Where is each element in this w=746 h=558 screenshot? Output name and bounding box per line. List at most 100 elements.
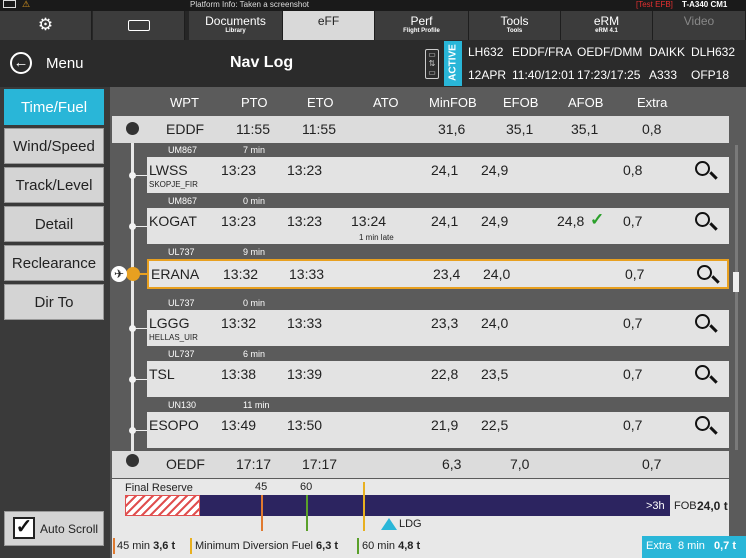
status-bar: ⚠ Platform Info: Taken a screenshot [Tes… bbox=[0, 0, 746, 11]
row-extra: 0,7 bbox=[623, 213, 643, 229]
col-efob: EFOB bbox=[503, 95, 539, 110]
scrollbar-track[interactable] bbox=[735, 145, 738, 450]
row-minfob: 22,8 bbox=[431, 366, 459, 382]
gear-icon: ⚙ bbox=[37, 15, 54, 34]
legend-mdf: Minimum Diversion Fuel 6,3 t bbox=[195, 540, 339, 552]
row-eto: 13:23 bbox=[287, 162, 323, 178]
tab-erm[interactable]: eRM eRM 4.1 bbox=[561, 11, 653, 40]
row-minfob: 21,9 bbox=[431, 417, 459, 433]
fob-label: FOB bbox=[674, 500, 697, 512]
row-pto: 13:23 bbox=[221, 213, 257, 229]
platform-info: Platform Info: Taken a screenshot bbox=[190, 0, 310, 9]
row-wpt: ERANA bbox=[151, 266, 200, 282]
table-row-destination[interactable]: OEDF 17:17 17:17 6,3 7,0 0,7 bbox=[112, 451, 729, 478]
ldg-label: LDG bbox=[399, 518, 422, 530]
table-row[interactable]: LWSS SKOPJE_FIR 13:23 13:23 24,1 24,9 0,… bbox=[147, 157, 729, 193]
row-extra: 0,7 bbox=[623, 366, 643, 382]
battery-icon bbox=[3, 0, 16, 8]
mark-60-label: 60 bbox=[300, 481, 313, 493]
tab-tools[interactable]: Tools Tools bbox=[469, 11, 561, 40]
leg-airway: UL737 bbox=[168, 298, 195, 308]
tab-bar: ⚙ Documents Library eFF Perf Flight Profil… bbox=[0, 11, 746, 40]
marker-45-line bbox=[261, 495, 263, 531]
table-row[interactable]: TSL 13:38 13:39 22,8 23,5 0,7 bbox=[147, 361, 729, 397]
row-pto: 13:32 bbox=[221, 315, 257, 331]
row-wpt: LWSS bbox=[149, 162, 188, 178]
tab-video[interactable]: Video bbox=[653, 11, 746, 40]
tab-perf[interactable]: Perf Flight Profile bbox=[375, 11, 469, 40]
table-row-origin[interactable]: EDDF 11:55 11:55 31,6 35,1 35,1 0,8 bbox=[112, 116, 729, 143]
search-icon[interactable] bbox=[695, 416, 710, 431]
nav-time-fuel[interactable]: Time/Fuel bbox=[4, 89, 104, 125]
menu-label[interactable]: Menu bbox=[46, 55, 84, 72]
table-row[interactable]: LGGG HELLAS_UIR 13:32 13:33 23,3 24,0 0,… bbox=[147, 310, 729, 346]
row-extra: 0,7 bbox=[623, 417, 643, 433]
origin-marker bbox=[126, 122, 139, 135]
ldg-triangle-icon bbox=[381, 518, 397, 530]
row-wpt: TSL bbox=[149, 366, 175, 382]
table-row[interactable]: ERANA 13:32 13:33 23,4 24,0 0,7 bbox=[147, 259, 729, 289]
row-pto: 13:49 bbox=[221, 417, 257, 433]
table-row[interactable]: KOGAT 13:23 13:23 13:24 1 min late 24,1 … bbox=[147, 208, 729, 244]
col-extra: Extra bbox=[637, 95, 668, 110]
legend-60-swatch bbox=[357, 538, 359, 554]
sync-icon[interactable]: ▭ ⇅ ▭ bbox=[425, 49, 439, 79]
row-eto: 13:39 bbox=[287, 366, 323, 382]
route-line bbox=[131, 130, 134, 460]
row-efob: 22,5 bbox=[481, 417, 509, 433]
check-icon: ✓ bbox=[590, 210, 605, 229]
row-efob: 24,9 bbox=[481, 162, 509, 178]
nav-track-level[interactable]: Track/Level bbox=[4, 167, 104, 203]
warning-icon: ⚠ bbox=[22, 0, 31, 9]
scrollbar-thumb[interactable] bbox=[733, 272, 739, 292]
final-reserve-hatch bbox=[125, 495, 200, 516]
col-pto: PTO bbox=[241, 95, 268, 110]
row-minfob: 23,4 bbox=[433, 266, 461, 282]
search-icon[interactable] bbox=[695, 365, 710, 380]
row-efob: 24,9 bbox=[481, 213, 509, 229]
row-extra: 0,8 bbox=[623, 162, 643, 178]
search-icon[interactable] bbox=[697, 265, 712, 280]
row-eto: 13:23 bbox=[287, 213, 323, 229]
row-minfob: 23,3 bbox=[431, 315, 459, 331]
search-icon[interactable] bbox=[695, 212, 710, 227]
left-nav: Time/Fuel Wind/Speed Track/Level Detail … bbox=[0, 87, 110, 558]
row-minfob: 24,1 bbox=[431, 213, 459, 229]
col-wpt: WPT bbox=[170, 95, 199, 110]
row-eto: 13:33 bbox=[289, 266, 325, 282]
marker-mdf-line bbox=[363, 482, 365, 531]
marker-60-line bbox=[306, 495, 308, 531]
nav-detail[interactable]: Detail bbox=[4, 206, 104, 242]
waypoint-connector bbox=[135, 226, 147, 227]
test-efb-label: [Test EFB] bbox=[636, 0, 673, 9]
fob-bar bbox=[200, 495, 670, 516]
leg-duration: 6 min bbox=[243, 349, 266, 359]
tab-eff[interactable]: eFF bbox=[283, 11, 375, 40]
keyboard-button[interactable] bbox=[93, 11, 185, 40]
nav-dir-to[interactable]: Dir To bbox=[4, 284, 104, 320]
tab-documents[interactable]: Documents Library bbox=[189, 11, 283, 40]
table-row[interactable]: ESOPO 13:49 13:50 21,9 22,5 0,7 bbox=[147, 412, 729, 448]
nav-reclearance[interactable]: Reclearance bbox=[4, 245, 104, 281]
settings-button[interactable]: ⚙ bbox=[0, 11, 92, 40]
fob-value: 24,0 t bbox=[697, 499, 728, 513]
nav-wind-speed[interactable]: Wind/Speed bbox=[4, 128, 104, 164]
current-position-connector bbox=[139, 273, 148, 275]
current-position-marker bbox=[126, 267, 140, 281]
destination-marker bbox=[126, 454, 139, 467]
checkbox-checked-icon[interactable]: ✓ bbox=[13, 517, 35, 539]
legend-60: 60 min 4,8 t bbox=[362, 540, 421, 552]
leg-airway: UM867 bbox=[168, 145, 198, 155]
header: ← Menu Nav Log ▭ ⇅ ▭ ACTIVE LH632 EDDF/FRA… bbox=[0, 40, 746, 87]
row-wpt: LGGG bbox=[149, 315, 190, 331]
legend-mdf-swatch bbox=[190, 538, 192, 554]
row-eto: 13:33 bbox=[287, 315, 323, 331]
back-arrow-icon[interactable]: ← bbox=[10, 52, 32, 74]
search-icon[interactable] bbox=[695, 314, 710, 329]
final-reserve-label: Final Reserve bbox=[125, 482, 193, 494]
search-icon[interactable] bbox=[695, 161, 710, 176]
over-3h-label: >3h bbox=[646, 500, 665, 512]
aircraft-icon: ✈ bbox=[111, 266, 127, 282]
row-pto: 13:32 bbox=[223, 266, 259, 282]
auto-scroll-toggle[interactable]: ✓ Auto Scroll bbox=[4, 511, 104, 546]
